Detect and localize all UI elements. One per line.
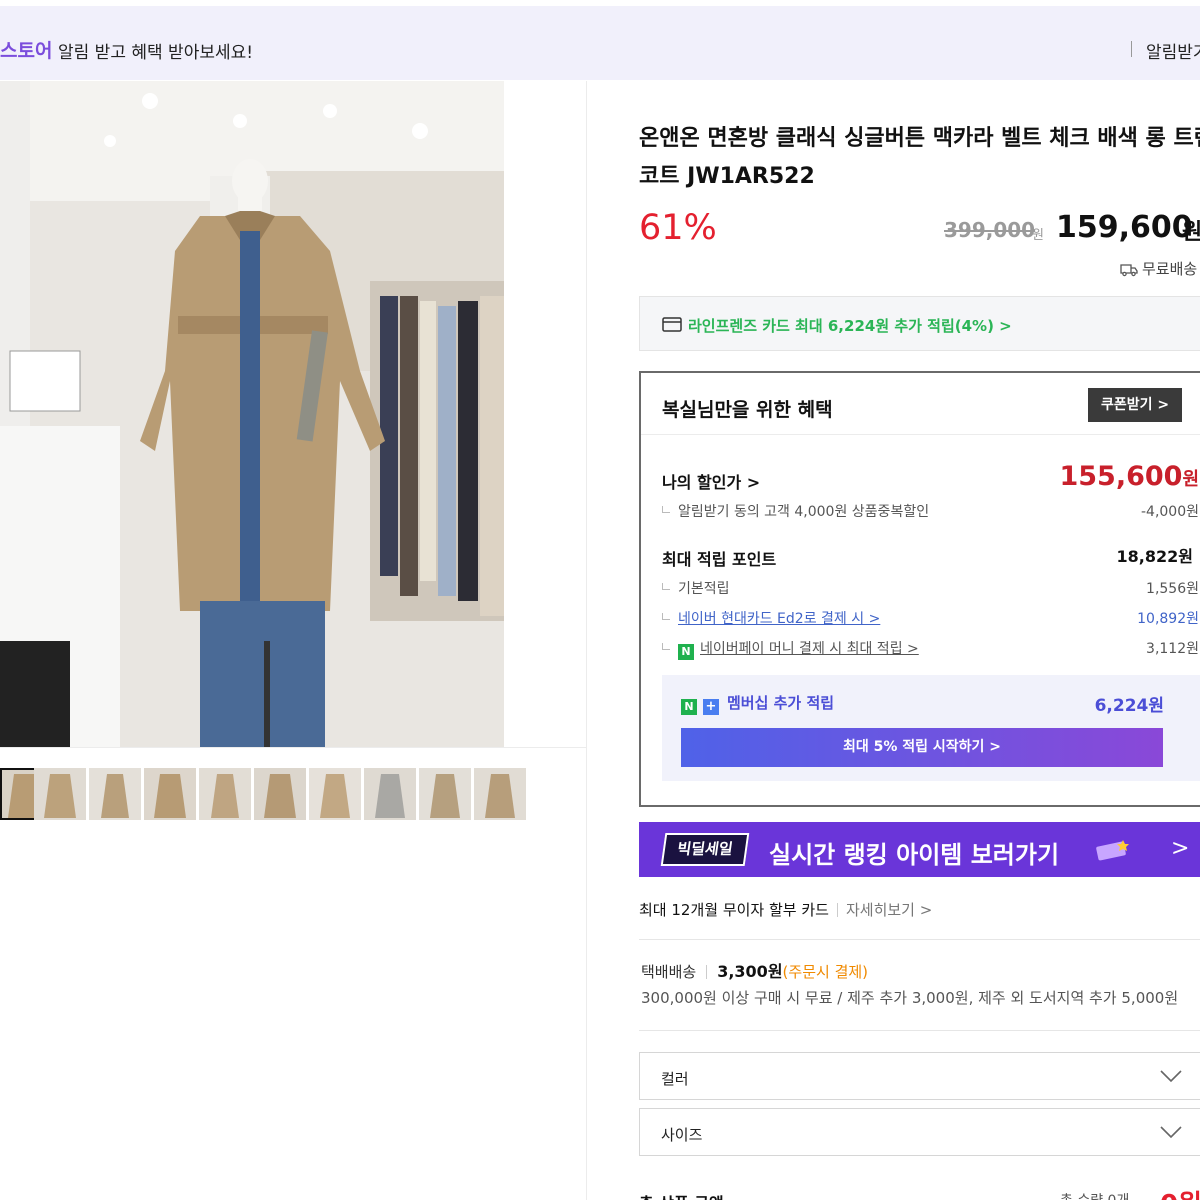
total-price-label: 총 상품 금액 xyxy=(639,1190,724,1200)
points-item-hyundai-card[interactable]: 네이버 현대카드 Ed2로 결제 시 > xyxy=(662,608,880,628)
thumbnail-6[interactable] xyxy=(254,768,306,820)
chevron-down-icon xyxy=(1160,1126,1182,1139)
installment-info: 최대 12개월 무이자 할부 카드 자세히보기 > xyxy=(639,899,932,920)
shipping-fee-note: (주문시 결제) xyxy=(782,963,869,981)
shipping-row: 택배배송 3,300원(주문시 결제) xyxy=(641,958,868,982)
card-promo-banner[interactable]: 라인프렌즈 카드 최대 6,224원 추가 적립(4%) > xyxy=(639,296,1200,351)
original-price: 399,000 xyxy=(944,218,1036,242)
thumbnail-7[interactable] xyxy=(309,768,361,820)
total-amount: 0원 xyxy=(1160,1184,1200,1200)
notification-message: 알림 받고 혜택 받아보세요! xyxy=(58,43,254,63)
shipping-note: 300,000원 이상 구매 시 무료 / 제주 추가 3,000원, 제주 외… xyxy=(641,989,1179,1007)
my-price-value: 155,600원 xyxy=(1059,461,1199,492)
sale-logo: 빅딜세일 xyxy=(660,833,750,866)
size-select-label: 사이즈 xyxy=(661,1126,703,1144)
thumbnail-4[interactable] xyxy=(144,768,196,820)
discount-rate: 61% xyxy=(639,208,717,248)
size-select[interactable]: 사이즈 xyxy=(639,1108,1200,1156)
membership-label: N + 멤버십 추가 적립 xyxy=(681,692,834,715)
product-title: 온앤온 면혼방 클래식 싱글버튼 맥카라 벨트 체크 배색 롱 트렌치코트 JW… xyxy=(639,126,1200,189)
thumbnail-8[interactable] xyxy=(364,768,416,820)
free-shipping-badge: 무료배송 xyxy=(1120,258,1197,279)
sale-price-unit: 원 xyxy=(1182,220,1200,245)
installment-more-link[interactable]: 자세히보기 > xyxy=(846,901,932,919)
product-main-image[interactable] xyxy=(0,81,504,747)
shipping-fee: 3,300원 xyxy=(717,962,783,981)
npay-icon: N xyxy=(678,644,694,660)
points-item-value: 1,556원 xyxy=(1146,581,1199,597)
chevron-right-icon: > xyxy=(1171,836,1190,861)
installment-text: 최대 12개월 무이자 할부 카드 xyxy=(639,901,829,919)
truck-icon xyxy=(1120,264,1138,277)
my-price-sub: 알림받기 동의 고객 4,000원 상품중복할인 xyxy=(662,501,929,521)
points-item-npay[interactable]: N 네이버페이 머니 결제 시 최대 적립 > xyxy=(662,638,919,660)
membership-box: N + 멤버십 추가 적립 6,224원 최대 5% 적립 시작하기 > xyxy=(662,675,1200,781)
divider xyxy=(1131,41,1132,57)
color-select-label: 컬러 xyxy=(661,1070,689,1088)
free-shipping-label: 무료배송 xyxy=(1142,260,1198,278)
banner-text: 실시간 랭킹 아이템 보러가기 xyxy=(769,841,1060,869)
points-item-value: 10,892원 xyxy=(1137,611,1199,627)
chevron-down-icon xyxy=(1160,1070,1182,1083)
divider xyxy=(639,1030,1200,1031)
store-link[interactable]: 스토어 xyxy=(0,36,52,63)
color-select[interactable]: 컬러 xyxy=(639,1052,1200,1100)
coupon-ticket-icon xyxy=(1096,840,1129,861)
points-total: 18,822원? xyxy=(1116,547,1193,566)
divider xyxy=(0,747,586,748)
membership-start-button[interactable]: 최대 5% 적립 시작하기 > xyxy=(681,728,1163,767)
divider xyxy=(586,81,587,1200)
notification-bar: 스토어 알림 받고 혜택 받아보세요! 알림받기 xyxy=(0,6,1200,80)
membership-value: 6,224원 xyxy=(1094,696,1164,716)
thumbnail-10[interactable] xyxy=(474,768,526,820)
my-price-sub-value: -4,000원 xyxy=(1140,504,1199,520)
original-price-unit: 원 xyxy=(1032,228,1044,243)
ranking-banner[interactable]: 빅딜세일 실시간 랭킹 아이템 보러가기 > xyxy=(639,822,1200,877)
naver-n-icon: N xyxy=(681,699,697,715)
coupon-button[interactable]: 쿠폰받기 > xyxy=(1088,388,1182,422)
credit-card-icon xyxy=(662,317,682,332)
points-item-value: 3,112원 xyxy=(1146,641,1199,657)
benefit-panel: 복실님만을 위한 혜택 쿠폰받기 > 나의 할인가 > 155,600원 알림받… xyxy=(639,371,1200,807)
thumbnail-5[interactable] xyxy=(199,768,251,820)
benefit-title: 복실님만을 위한 혜택 xyxy=(662,399,833,421)
benefit-header: 복실님만을 위한 혜택 쿠폰받기 > xyxy=(641,373,1200,435)
divider xyxy=(639,939,1200,940)
points-item: 기본적립 xyxy=(662,578,730,598)
thumbnail-3[interactable] xyxy=(89,768,141,820)
card-promo-text: 라인프렌즈 카드 최대 6,224원 추가 적립(4%) > xyxy=(688,317,1012,335)
sale-price: 159,600 xyxy=(1056,210,1193,245)
my-price-label[interactable]: 나의 할인가 > xyxy=(662,469,760,493)
thumbnail-9[interactable] xyxy=(419,768,471,820)
shipping-method: 택배배송 xyxy=(641,963,697,981)
points-label: 최대 적립 포인트 xyxy=(662,550,777,569)
thumbnail-2[interactable] xyxy=(34,768,86,820)
alarm-button[interactable]: 알림받기 xyxy=(1146,38,1200,63)
total-quantity: 총 수량 0개 xyxy=(1060,1190,1129,1200)
plus-icon: + xyxy=(703,699,719,715)
